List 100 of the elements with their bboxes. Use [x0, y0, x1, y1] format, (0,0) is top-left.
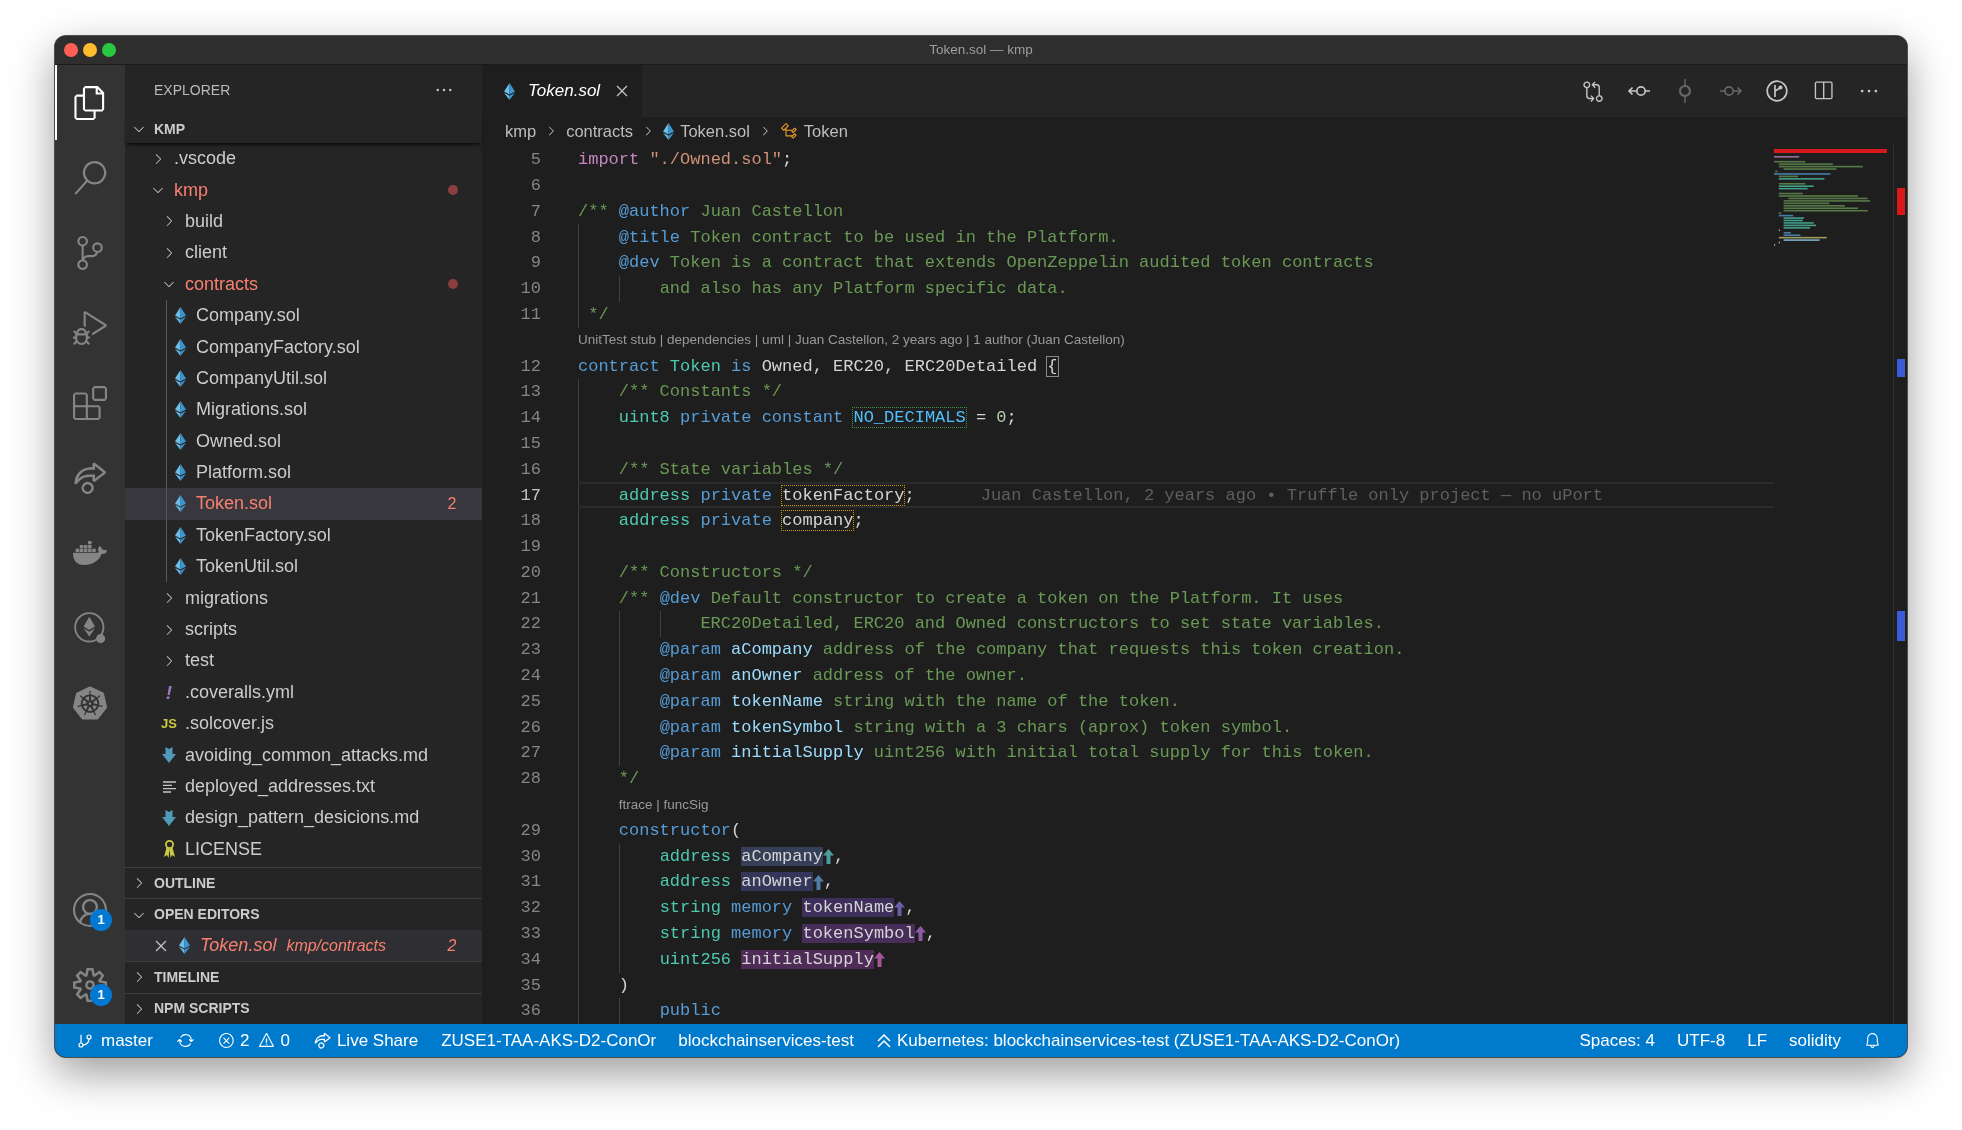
file-item[interactable]: TokenFactory.sol: [125, 519, 482, 552]
minimap[interactable]: [1774, 149, 1887, 247]
bell-icon[interactable]: [1864, 1032, 1881, 1049]
file-item[interactable]: LICENSE: [125, 833, 482, 865]
section-header[interactable]: OUTLINE: [125, 868, 482, 899]
folder-item[interactable]: .vscode: [125, 143, 482, 175]
codelens-links[interactable]: ftrace | funcSig: [618, 794, 709, 815]
folder-item[interactable]: client: [125, 237, 482, 269]
code-text: address aCompany: [659, 845, 823, 868]
code-text: /** State variables */: [618, 458, 844, 481]
code-text: */: [588, 303, 609, 326]
problem-count: 2: [446, 935, 458, 956]
folder-item[interactable]: migrations: [125, 582, 482, 614]
folder-header[interactable]: KMP: [125, 115, 482, 143]
sync-icon[interactable]: [176, 1032, 194, 1049]
file-item[interactable]: Owned.sol: [125, 425, 482, 457]
folder-item[interactable]: contracts: [125, 268, 482, 300]
code-text: ,: [833, 845, 845, 868]
code-text: string memory tokenName: [659, 897, 895, 920]
status-text[interactable]: LF: [1736, 1024, 1779, 1057]
line-number: 34: [519, 948, 541, 971]
arrow-down-icon: [162, 809, 176, 826]
circle-branch-icon[interactable]: [1766, 80, 1788, 102]
status-text[interactable]: UTF-8: [1666, 1024, 1737, 1057]
code-text: ): [618, 974, 629, 997]
breadcrumb-item[interactable]: kmp: [505, 118, 537, 144]
section-header[interactable]: OPEN EDITORS: [125, 899, 482, 930]
class-symbol-icon: [779, 122, 798, 140]
file-item[interactable]: design_pattern_desicions.md: [125, 802, 482, 834]
search-icon[interactable]: [73, 160, 107, 195]
share-arrow-icon: [313, 1032, 331, 1049]
line-number: 19: [519, 536, 541, 559]
file-item[interactable]: CompanyUtil.sol: [125, 362, 482, 395]
code-text: address private tokenFactory;: [618, 484, 915, 507]
warning-count[interactable]: 0: [280, 1027, 290, 1054]
folder-item[interactable]: test: [125, 645, 482, 677]
file-item[interactable]: Company.sol: [125, 299, 482, 332]
file-item[interactable]: avoiding_common_attacks.md: [125, 739, 482, 771]
error-icon[interactable]: [217, 1032, 235, 1049]
code-text: uint8 private constant NO_DECIMALS = 0;: [618, 407, 1017, 430]
line-number: 10: [519, 278, 541, 301]
code-text: string memory tokenSymbol: [659, 923, 915, 946]
branch-indicator[interactable]: master: [65, 1024, 165, 1057]
editor-tab[interactable]: Token.sol: [482, 65, 643, 117]
line-number: 33: [519, 923, 541, 946]
folder-item[interactable]: scripts: [125, 613, 482, 646]
file-item[interactable]: TokenUtil.sol: [125, 551, 482, 583]
breadcrumb-item[interactable]: Token.sol: [663, 118, 750, 144]
line-number: 20: [519, 561, 541, 584]
share-arrow-icon[interactable]: [73, 460, 107, 495]
file-item[interactable]: JS .solcover.js: [125, 708, 482, 740]
error-count[interactable]: 2: [239, 1027, 250, 1054]
files-icon[interactable]: [73, 85, 107, 120]
file-item[interactable]: Migrations.sol: [125, 394, 482, 426]
codelens-links[interactable]: UnitTest stub | dependencies | uml | Juan Castellon, 2 years ago | 1 author (Juan Castellon): [578, 330, 1125, 351]
ribbon-icon: [162, 840, 176, 859]
compare-icon[interactable]: [1582, 80, 1604, 102]
commit-arrow-left-icon[interactable]: [1627, 83, 1651, 99]
minimize-button[interactable]: [83, 43, 97, 57]
diamond-icon: [174, 369, 186, 387]
problem-count: 2: [446, 494, 458, 514]
line-number: 23: [519, 639, 541, 662]
close-button[interactable]: [64, 43, 78, 57]
open-editor-item[interactable]: Token.sol kmp/contracts 2: [125, 929, 482, 962]
file-item[interactable]: deployed_addresses.txt: [125, 770, 482, 803]
status-text[interactable]: Spaces: 4: [1568, 1024, 1666, 1057]
warning-icon[interactable]: [258, 1032, 276, 1049]
code-text: @param aCompany address of the company that requests this token creation.: [659, 639, 1405, 662]
extensions-icon[interactable]: [73, 385, 107, 420]
section-header[interactable]: TIMELINE: [125, 962, 482, 993]
code-text: address private company;: [618, 510, 864, 533]
status-text[interactable]: blockchainservices-test: [667, 1024, 865, 1057]
status-text[interactable]: ZUSE1-TAA-AKS-D2-ConOr: [430, 1024, 668, 1057]
diamond-icon: [174, 432, 186, 450]
split-editor-icon[interactable]: [1812, 80, 1834, 102]
branch-icon: [77, 1032, 93, 1049]
file-item[interactable]: ! .coveralls.yml: [125, 676, 482, 709]
line-number: 31: [519, 871, 541, 894]
code-text: /** @dev Default constructor to create a token on the Platform. It uses: [618, 587, 1344, 610]
file-item[interactable]: Platform.sol: [125, 456, 482, 489]
file-item[interactable]: Token.sol 2: [125, 488, 482, 520]
code-text: public: [659, 1000, 721, 1023]
bug-play-icon[interactable]: [73, 310, 107, 345]
folder-item[interactable]: build: [125, 205, 482, 238]
line-number: 14: [519, 407, 541, 430]
diamond-circle-icon[interactable]: [73, 610, 107, 645]
helm-wheel-icon[interactable]: [73, 685, 107, 720]
kubernetes-status[interactable]: Kubernetes: blockchainservices-test (ZUSE1-TAA-AKS-D2-ConOr): [865, 1024, 1413, 1057]
file-item[interactable]: CompanyFactory.sol: [125, 331, 482, 363]
folder-item[interactable]: kmp: [125, 174, 482, 206]
section-header[interactable]: NPM SCRIPTS: [125, 993, 482, 1024]
code-text: */: [618, 768, 640, 791]
breadcrumb-item[interactable]: Token: [779, 118, 848, 144]
zoom-button[interactable]: [102, 43, 116, 57]
diamond-icon: [179, 937, 190, 954]
breadcrumb-item[interactable]: contracts: [566, 118, 634, 144]
line-number: 26: [519, 716, 541, 739]
sidebar-title: EXPLORER: [154, 80, 231, 100]
status-text[interactable]: solidity: [1778, 1024, 1852, 1057]
live-share-button[interactable]: Live Share: [301, 1024, 431, 1057]
